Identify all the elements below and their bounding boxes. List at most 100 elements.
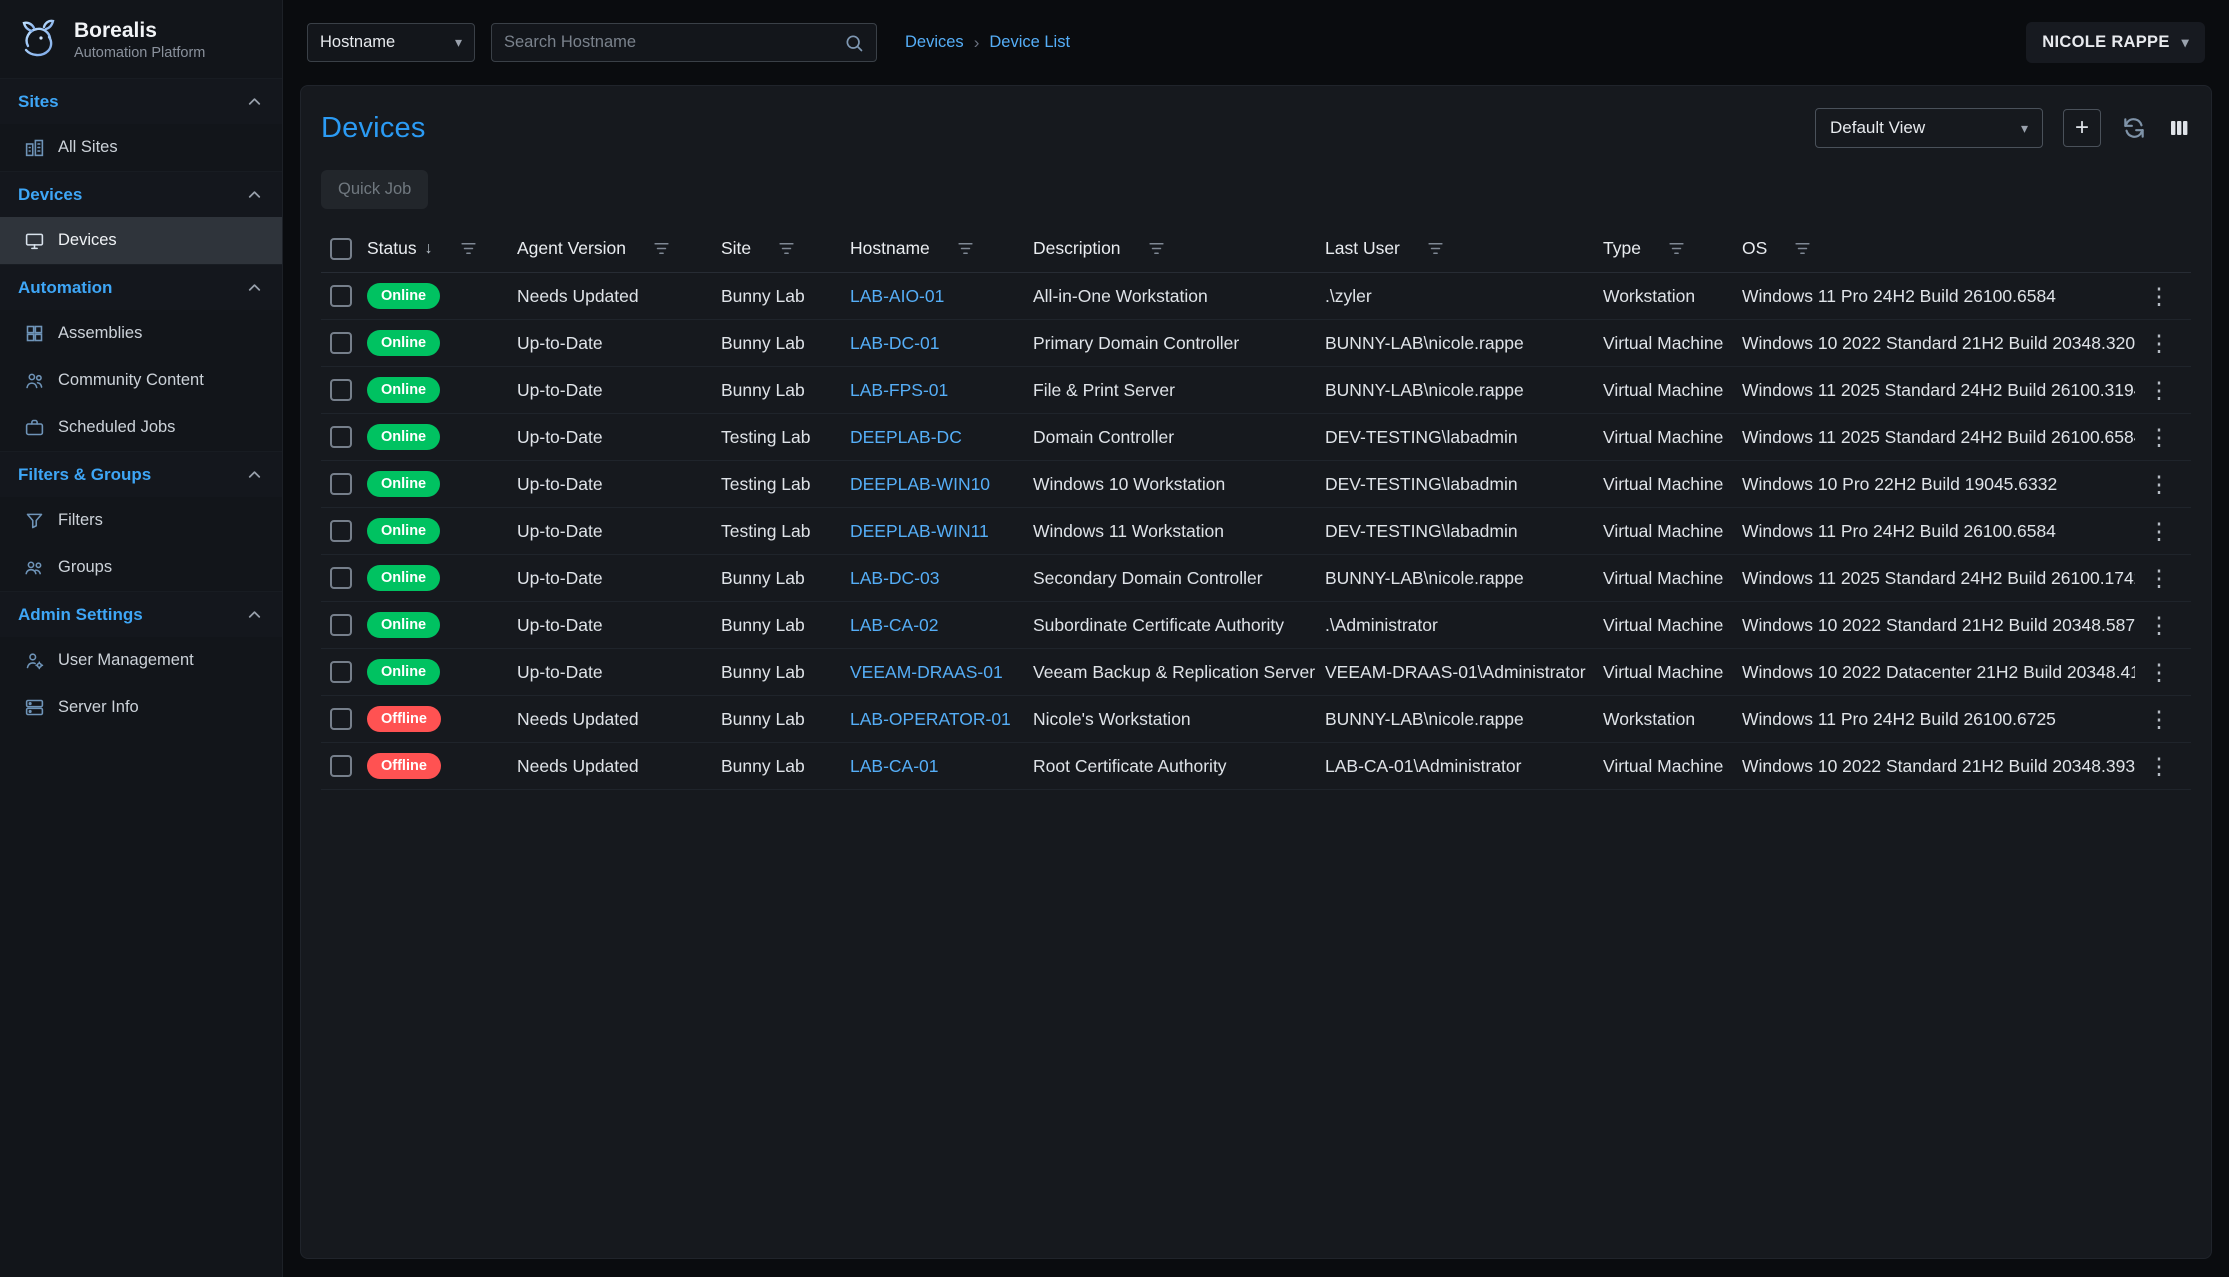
agent-version-cell: Up-to-Date (517, 615, 721, 636)
sidebar-section-automation[interactable]: Automation (0, 264, 282, 310)
site-cell: Bunny Lab (721, 286, 850, 307)
column-header-description[interactable]: Description (1033, 238, 1325, 259)
add-view-button[interactable]: + (2063, 109, 2101, 147)
sidebar-section-sites[interactable]: Sites (0, 78, 282, 124)
row-checkbox[interactable] (330, 473, 352, 495)
row-checkbox[interactable] (330, 285, 352, 307)
row-checkbox[interactable] (330, 708, 352, 730)
refresh-button[interactable] (2121, 115, 2147, 141)
chevron-up-icon (245, 185, 264, 204)
table-row[interactable]: Online Up-to-Date Testing Lab DEEPLAB-DC… (321, 414, 2191, 461)
type-cell: Virtual Machine (1603, 521, 1742, 542)
hostname-link[interactable]: LAB-FPS-01 (850, 380, 948, 401)
hostname-link[interactable]: LAB-DC-03 (850, 568, 939, 589)
chevron-up-icon (245, 92, 264, 111)
search-icon[interactable] (844, 33, 864, 53)
filter-icon[interactable] (956, 239, 975, 258)
filter-icon[interactable] (652, 239, 671, 258)
filter-icon[interactable] (1147, 239, 1166, 258)
devices-table: Status ↓ Agent Version Site Hostname Des… (321, 225, 2191, 790)
sidebar-item-devices[interactable]: Devices (0, 217, 282, 264)
row-checkbox[interactable] (330, 661, 352, 683)
sidebar-item-server-info[interactable]: Server Info (0, 684, 282, 731)
column-header-status[interactable]: Status ↓ (367, 238, 517, 259)
user-menu-button[interactable]: NICOLE RAPPE ▾ (2026, 22, 2205, 63)
row-menu-icon[interactable]: ⋮ (2148, 520, 2171, 543)
hostname-link[interactable]: LAB-CA-02 (850, 615, 939, 636)
hostname-link[interactable]: DEEPLAB-WIN10 (850, 474, 990, 495)
table-row[interactable]: Online Up-to-Date Testing Lab DEEPLAB-WI… (321, 508, 2191, 555)
breadcrumb-device-list[interactable]: Device List (989, 33, 1070, 52)
table-row[interactable]: Offline Needs Updated Bunny Lab LAB-CA-0… (321, 743, 2191, 790)
table-row[interactable]: Online Up-to-Date Testing Lab DEEPLAB-WI… (321, 461, 2191, 508)
table-row[interactable]: Online Up-to-Date Bunny Lab LAB-FPS-01 F… (321, 367, 2191, 414)
column-header-hostname[interactable]: Hostname (850, 238, 1033, 259)
filter-icon[interactable] (1667, 239, 1686, 258)
hostname-link[interactable]: VEEAM-DRAAS-01 (850, 662, 1003, 683)
view-dropdown[interactable]: Default View ▾ (1815, 108, 2043, 148)
row-menu-icon[interactable]: ⋮ (2148, 567, 2171, 590)
column-header-last-user[interactable]: Last User (1325, 238, 1603, 259)
hostname-link[interactable]: LAB-AIO-01 (850, 286, 944, 307)
columns-button[interactable] (2167, 116, 2191, 140)
search-field-dropdown[interactable]: Hostname ▾ (307, 23, 475, 62)
table-row[interactable]: Offline Needs Updated Bunny Lab LAB-OPER… (321, 696, 2191, 743)
sidebar-item-assemblies[interactable]: Assemblies (0, 310, 282, 357)
type-cell: Virtual Machine (1603, 756, 1742, 777)
table-row[interactable]: Online Up-to-Date Bunny Lab LAB-DC-03 Se… (321, 555, 2191, 602)
hostname-link[interactable]: DEEPLAB-DC (850, 427, 962, 448)
sidebar-section-admin-settings[interactable]: Admin Settings (0, 591, 282, 637)
quick-job-button[interactable]: Quick Job (321, 170, 428, 209)
chevron-down-icon: ▾ (455, 34, 462, 51)
sidebar-item-label: Scheduled Jobs (58, 418, 175, 437)
row-checkbox[interactable] (330, 614, 352, 636)
row-menu-icon[interactable]: ⋮ (2148, 614, 2171, 637)
column-header-site[interactable]: Site (721, 238, 850, 259)
search-input[interactable] (504, 33, 844, 52)
site-cell: Bunny Lab (721, 662, 850, 683)
row-checkbox[interactable] (330, 567, 352, 589)
row-checkbox[interactable] (330, 520, 352, 542)
hostname-link[interactable]: LAB-DC-01 (850, 333, 939, 354)
sidebar-item-groups[interactable]: Groups (0, 544, 282, 591)
column-header-agent-version[interactable]: Agent Version (517, 238, 721, 259)
row-menu-icon[interactable]: ⋮ (2148, 661, 2171, 684)
sidebar-section-devices[interactable]: Devices (0, 171, 282, 217)
row-menu-icon[interactable]: ⋮ (2148, 708, 2171, 731)
table-row[interactable]: Online Up-to-Date Bunny Lab LAB-DC-01 Pr… (321, 320, 2191, 367)
row-menu-icon[interactable]: ⋮ (2148, 332, 2171, 355)
buildings-icon (24, 137, 45, 158)
sidebar-item-filters[interactable]: Filters (0, 497, 282, 544)
filter-icon[interactable] (459, 239, 478, 258)
refresh-icon (2121, 115, 2147, 141)
row-checkbox[interactable] (330, 379, 352, 401)
row-menu-icon[interactable]: ⋮ (2148, 426, 2171, 449)
row-checkbox[interactable] (330, 426, 352, 448)
column-header-os[interactable]: OS (1742, 238, 2135, 259)
table-row[interactable]: Online Needs Updated Bunny Lab LAB-AIO-0… (321, 273, 2191, 320)
table-row[interactable]: Online Up-to-Date Bunny Lab LAB-CA-02 Su… (321, 602, 2191, 649)
sidebar-item-community-content[interactable]: Community Content (0, 357, 282, 404)
hostname-link[interactable]: LAB-CA-01 (850, 756, 939, 777)
hostname-link[interactable]: DEEPLAB-WIN11 (850, 521, 989, 542)
row-menu-icon[interactable]: ⋮ (2148, 285, 2171, 308)
breadcrumb-devices[interactable]: Devices (905, 33, 964, 52)
row-menu-icon[interactable]: ⋮ (2148, 473, 2171, 496)
filter-icon[interactable] (777, 239, 796, 258)
select-all-checkbox[interactable] (330, 238, 352, 260)
row-checkbox[interactable] (330, 755, 352, 777)
hostname-link[interactable]: LAB-OPERATOR-01 (850, 709, 1011, 730)
filter-icon[interactable] (1793, 239, 1812, 258)
table-row[interactable]: Online Up-to-Date Bunny Lab VEEAM-DRAAS-… (321, 649, 2191, 696)
column-header-type[interactable]: Type (1603, 238, 1742, 259)
row-menu-icon[interactable]: ⋮ (2148, 755, 2171, 778)
filter-icon[interactable] (1426, 239, 1445, 258)
sidebar-section-filters-groups[interactable]: Filters & Groups (0, 451, 282, 497)
row-menu-icon[interactable]: ⋮ (2148, 379, 2171, 402)
sidebar-item-user-management[interactable]: User Management (0, 637, 282, 684)
sidebar-item-all-sites[interactable]: All Sites (0, 124, 282, 171)
row-checkbox[interactable] (330, 332, 352, 354)
sidebar-item-scheduled-jobs[interactable]: Scheduled Jobs (0, 404, 282, 451)
description-cell: Subordinate Certificate Authority (1033, 615, 1325, 636)
groups-icon (24, 557, 45, 578)
